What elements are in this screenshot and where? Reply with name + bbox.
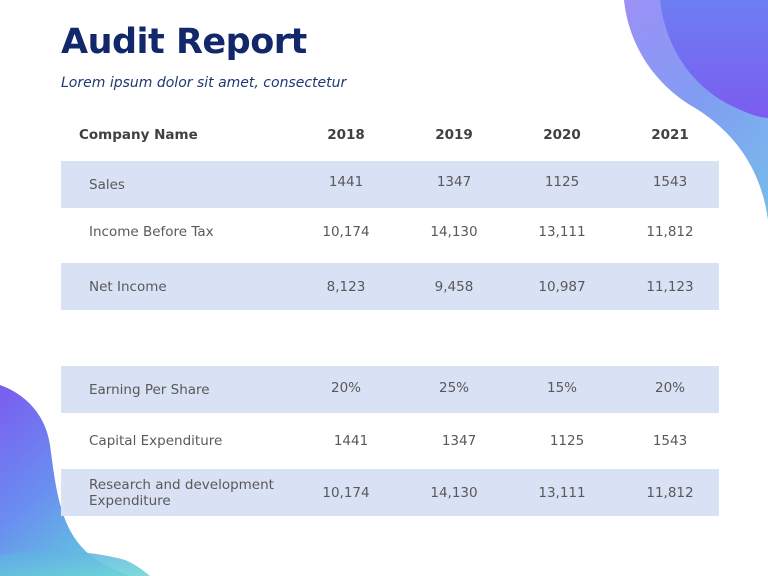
table-row: Earning Per Share 20% 25% 15% 20% <box>61 366 719 413</box>
row-value: 10,174 <box>322 484 370 501</box>
row-value: 25% <box>438 379 469 396</box>
header-company-name: Company Name <box>79 127 198 143</box>
row-value: 11,812 <box>646 484 694 501</box>
bottom-left-wave <box>0 550 150 576</box>
header-year: 2020 <box>543 127 581 143</box>
row-label: Sales <box>89 176 125 193</box>
row-value: 14,130 <box>430 223 478 240</box>
row-value: 8,123 <box>326 278 366 295</box>
row-label: Earning Per Share <box>89 381 210 398</box>
table-row: Income Before Tax 10,174 14,130 13,111 1… <box>61 208 719 255</box>
table-row: Capital Expenditure 1441 1347 1125 1543 <box>61 417 719 464</box>
row-value: 1543 <box>652 173 688 190</box>
row-value: 1347 <box>436 173 472 190</box>
table-row: Research and development Expenditure 10,… <box>61 469 719 516</box>
row-label: Research and development Expenditure <box>89 476 274 509</box>
row-value: 13,111 <box>538 223 586 240</box>
header-year: 2019 <box>435 127 473 143</box>
row-value: 10,174 <box>322 223 370 240</box>
row-value: 14,130 <box>430 484 478 501</box>
header-year: 2018 <box>327 127 365 143</box>
row-value: 1441 <box>333 432 369 449</box>
row-value: 13,111 <box>538 484 586 501</box>
table-row: Sales 1441 1347 1125 1543 <box>61 161 719 208</box>
row-label: Income Before Tax <box>89 223 214 240</box>
row-value: 20% <box>330 379 361 396</box>
row-value: 9,458 <box>434 278 474 295</box>
row-value: 1543 <box>652 432 688 449</box>
table-header-row: Company Name 2018 2019 2020 2021 <box>61 118 719 152</box>
row-label: Capital Expenditure <box>89 432 223 449</box>
row-value: 11,812 <box>646 223 694 240</box>
row-value: 1125 <box>549 432 585 449</box>
row-value: 15% <box>546 379 577 396</box>
row-value: 1125 <box>544 173 580 190</box>
page-subtitle: Lorem ipsum dolor sit amet, consectetur <box>61 75 347 91</box>
row-value: 1441 <box>328 173 364 190</box>
row-label: Net Income <box>89 278 167 295</box>
row-value: 10,987 <box>538 278 586 295</box>
row-value: 11,123 <box>646 278 694 295</box>
table-row: Net Income 8,123 9,458 10,987 11,123 <box>61 263 719 310</box>
header-year: 2021 <box>651 127 689 143</box>
row-value: 20% <box>654 379 685 396</box>
row-value: 1347 <box>441 432 477 449</box>
page-title: Audit Report <box>61 22 307 62</box>
